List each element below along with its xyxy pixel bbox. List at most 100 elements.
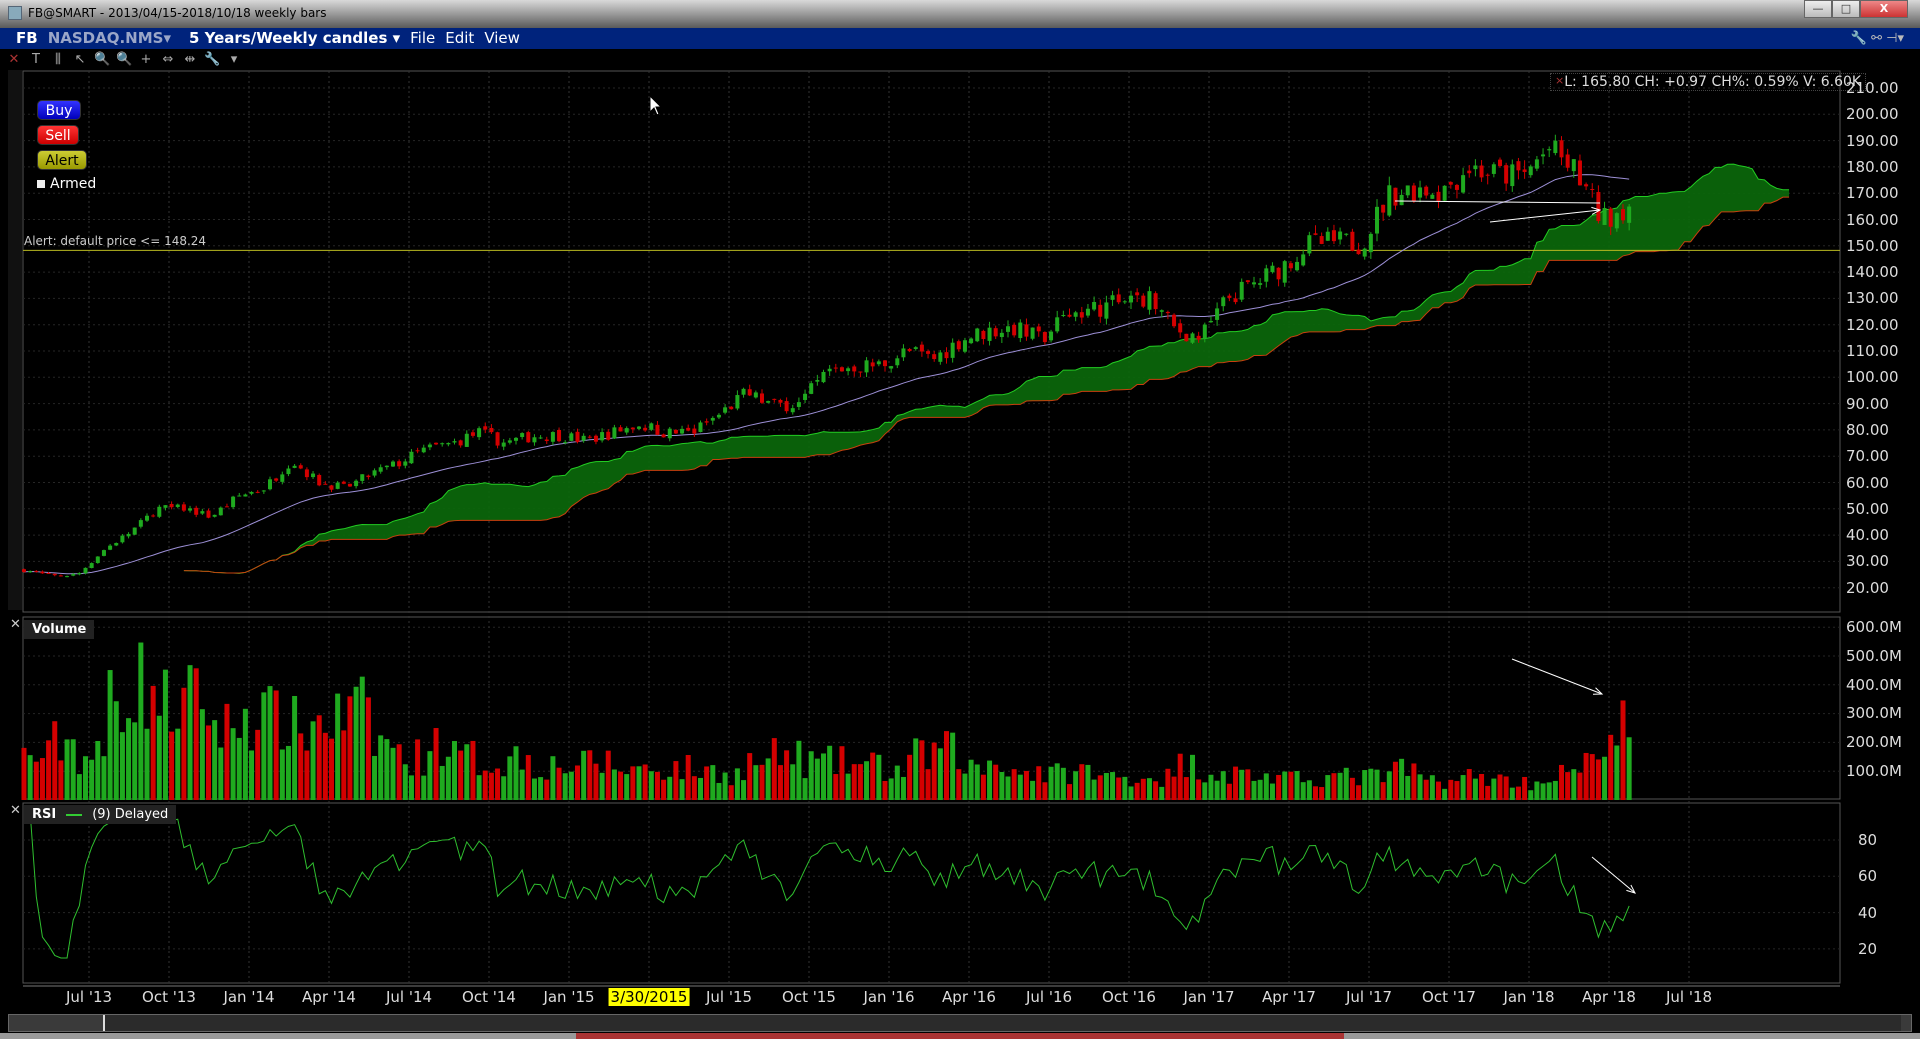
- candle: [1614, 213, 1619, 229]
- candle: [1393, 187, 1398, 206]
- volume-bar: [1626, 737, 1632, 800]
- candle: [827, 368, 832, 372]
- candle: [950, 342, 955, 358]
- chart-canvas[interactable]: [0, 0, 1920, 1039]
- candle: [1092, 302, 1097, 310]
- volume-bar: [242, 708, 248, 800]
- volume-bar: [833, 774, 839, 800]
- volume-bar: [1325, 775, 1331, 800]
- price-axis-label: 170.00: [1846, 184, 1899, 203]
- volume-bar: [372, 755, 378, 800]
- date-axis-label: Oct '16: [1102, 988, 1156, 1006]
- volume-bar: [1220, 771, 1226, 800]
- candle: [261, 490, 266, 492]
- price-axis-label: 110.00: [1846, 342, 1899, 360]
- candle: [1196, 335, 1201, 340]
- candle: [231, 496, 236, 508]
- volume-bar: [1165, 768, 1171, 800]
- candle: [1461, 175, 1466, 193]
- volume-bar: [267, 686, 273, 800]
- candle: [329, 485, 334, 490]
- candle: [1350, 231, 1355, 251]
- volume-bar: [1294, 771, 1300, 800]
- volume-bar: [1417, 774, 1423, 800]
- candle: [347, 483, 352, 487]
- volume-bar: [599, 772, 605, 800]
- price-axis-label: 30.00: [1846, 552, 1889, 571]
- candle: [323, 483, 328, 485]
- candle: [1577, 160, 1582, 186]
- candle: [637, 426, 641, 429]
- candle: [833, 367, 838, 369]
- candle: [391, 461, 395, 467]
- armed-checkbox[interactable]: Armed: [37, 176, 96, 192]
- candle: [1085, 308, 1090, 316]
- ichimoku-cloud: [183, 164, 1790, 574]
- close-volume-panel-icon[interactable]: ✕: [10, 617, 21, 632]
- candle: [581, 435, 586, 441]
- volume-bar: [568, 771, 574, 800]
- volume-bar: [821, 753, 826, 800]
- candle: [532, 437, 537, 443]
- volume-bar: [771, 738, 777, 800]
- volume-bar: [1374, 769, 1380, 800]
- candle: [249, 491, 254, 494]
- candle: [1344, 233, 1349, 235]
- candle: [22, 569, 26, 572]
- candle: [1504, 165, 1509, 184]
- candle: [784, 401, 789, 412]
- candle: [962, 340, 967, 352]
- candle: [421, 447, 426, 453]
- volume-bar: [919, 740, 925, 800]
- price-axis-label: 160.00: [1846, 210, 1899, 229]
- volume-bar: [390, 747, 396, 800]
- volume-bar: [993, 764, 999, 800]
- candle: [89, 563, 94, 568]
- candle: [470, 432, 475, 436]
- volume-bar: [445, 756, 451, 800]
- candle: [1030, 327, 1035, 339]
- candle: [987, 327, 992, 341]
- volume-bar: [1257, 779, 1263, 800]
- candle: [366, 475, 371, 478]
- candle: [151, 515, 156, 517]
- rsi-axis-label: 40: [1858, 903, 1878, 922]
- volume-bar: [1116, 777, 1122, 800]
- volume-bar: [322, 732, 328, 800]
- price-axis-label: 80.00: [1846, 420, 1889, 439]
- close-rsi-panel-icon[interactable]: ✕: [10, 803, 21, 818]
- price-axis-label: 190.00: [1846, 131, 1899, 150]
- alert-button[interactable]: Alert: [37, 150, 87, 170]
- volume-bar: [894, 765, 900, 800]
- volume-bar: [1177, 753, 1183, 800]
- volume-bar: [138, 642, 144, 800]
- candle: [919, 344, 924, 352]
- candle: [52, 573, 57, 576]
- price-axis-label: 120.00: [1846, 315, 1899, 334]
- volume-bar: [857, 764, 863, 800]
- volume-bar: [1392, 761, 1398, 800]
- volume-bar: [169, 731, 175, 800]
- candle: [1239, 281, 1244, 300]
- candle: [1178, 323, 1183, 333]
- volume-bar: [162, 669, 168, 800]
- candle: [1485, 174, 1490, 176]
- sell-button[interactable]: Sell: [37, 125, 79, 145]
- buy-button[interactable]: Buy: [37, 100, 81, 120]
- time-scrollbar[interactable]: [8, 1014, 1912, 1032]
- candle: [1252, 282, 1256, 285]
- scrollbar-thumb[interactable]: [103, 1015, 1901, 1031]
- volume-bar: [1460, 775, 1466, 800]
- volume-bar: [1110, 772, 1116, 800]
- candle: [864, 360, 869, 373]
- volume-bar: [550, 756, 556, 800]
- volume-bar: [925, 769, 931, 800]
- candle: [710, 417, 715, 421]
- volume-axis-label: 600.0M: [1846, 618, 1902, 636]
- candle: [138, 520, 143, 527]
- volume-bar: [704, 766, 710, 800]
- volume-bar: [249, 750, 255, 800]
- volume-bar: [667, 776, 673, 800]
- close-info-icon[interactable]: ×: [1555, 74, 1564, 87]
- candle: [1491, 164, 1496, 174]
